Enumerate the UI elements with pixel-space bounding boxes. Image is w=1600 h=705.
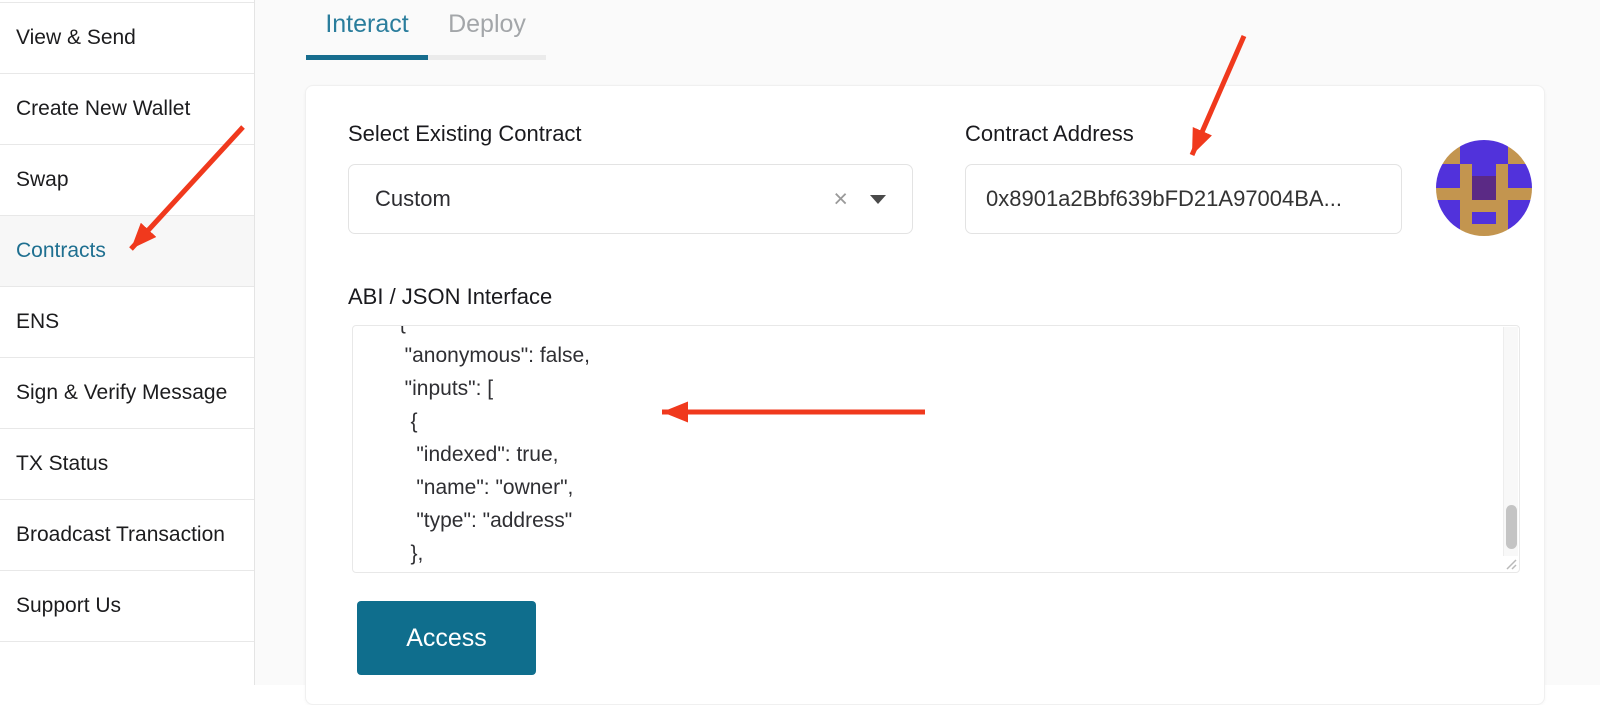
sidebar-item-sign-verify-message[interactable]: Sign & Verify Message <box>0 358 254 429</box>
abi-json-textarea[interactable]: { "anonymous": false, "inputs": [ { "ind… <box>352 325 1520 573</box>
sidebar-item-label: Sign & Verify Message <box>16 381 227 405</box>
sidebar-item-tx-status[interactable]: TX Status <box>0 429 254 500</box>
sidebar-item-contracts[interactable]: Contracts <box>0 216 254 287</box>
tab-active-underline <box>306 55 428 60</box>
access-button[interactable]: Access <box>357 601 536 675</box>
sidebar: View & Send Create New Wallet Swap Contract… <box>0 0 255 685</box>
sidebar-item-label: View & Send <box>16 26 136 50</box>
sidebar-nav: View & Send Create New Wallet Swap Contract… <box>0 3 254 642</box>
identicon-avatar <box>1436 140 1532 236</box>
existing-contract-select[interactable]: Custom × <box>348 164 913 234</box>
contract-address-label: Contract Address <box>965 121 1134 147</box>
sidebar-item-swap[interactable]: Swap <box>0 145 254 216</box>
abi-json-text: { "anonymous": false, "inputs": [ { "ind… <box>353 325 1519 570</box>
sidebar-item-label: TX Status <box>16 452 108 476</box>
tab-deploy[interactable]: Deploy <box>428 10 546 56</box>
abi-scrollbar-track[interactable] <box>1503 327 1518 571</box>
sidebar-item-label: ENS <box>16 310 59 334</box>
tab-deploy-label: Deploy <box>448 10 526 39</box>
tab-underline-track <box>428 55 546 60</box>
contract-address-input[interactable] <box>965 164 1402 234</box>
abi-scrollbar-thumb[interactable] <box>1506 505 1517 549</box>
resize-handle-icon[interactable] <box>1503 556 1518 571</box>
sidebar-item-label: Create New Wallet <box>16 97 190 121</box>
sidebar-item-label: Broadcast Transaction <box>16 523 225 547</box>
sidebar-item-ens[interactable]: ENS <box>0 287 254 358</box>
abi-json-interface-label: ABI / JSON Interface <box>348 284 552 310</box>
sidebar-item-broadcast-transaction[interactable]: Broadcast Transaction <box>0 500 254 571</box>
sidebar-item-label: Contracts <box>16 239 106 263</box>
sidebar-item-view-send[interactable]: View & Send <box>0 3 254 74</box>
existing-contract-select-value: Custom <box>375 186 451 212</box>
sidebar-item-create-new-wallet[interactable]: Create New Wallet <box>0 74 254 145</box>
sidebar-item-label: Swap <box>16 168 69 192</box>
chevron-down-icon[interactable] <box>870 195 886 204</box>
tab-interact[interactable]: Interact <box>306 10 428 56</box>
sidebar-item-support-us[interactable]: Support Us <box>0 571 254 642</box>
tab-interact-label: Interact <box>325 10 408 39</box>
clear-icon[interactable]: × <box>833 187 848 212</box>
identicon-grid <box>1436 140 1532 236</box>
sidebar-item-label: Support Us <box>16 594 121 618</box>
select-existing-contract-label: Select Existing Contract <box>348 121 582 147</box>
